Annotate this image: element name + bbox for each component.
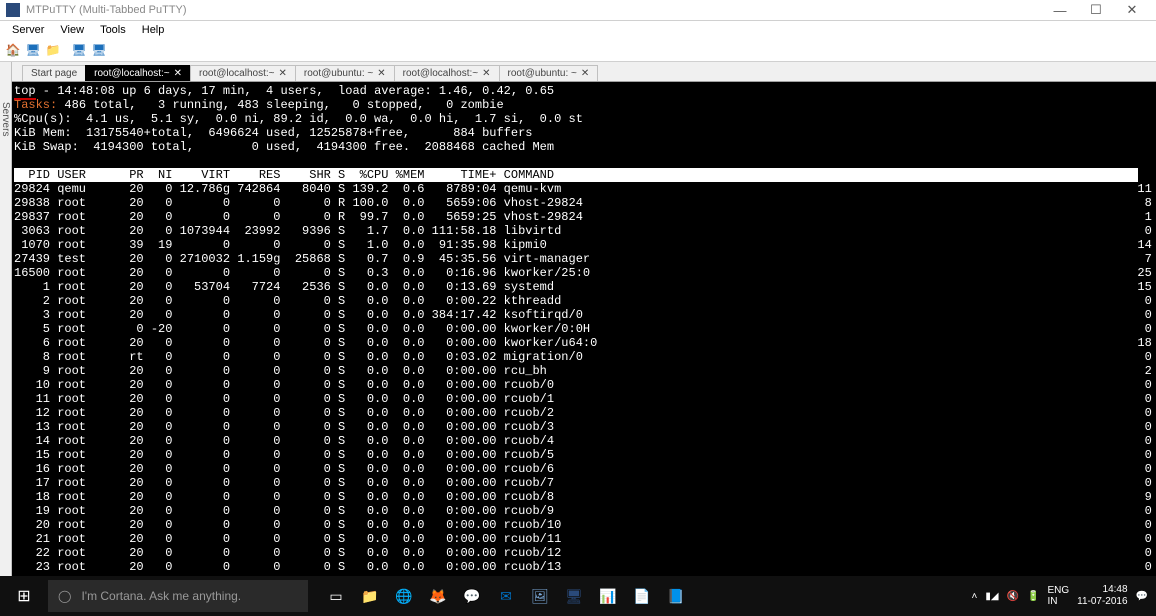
session-tab-5[interactable]: root@ubuntu: ~ ✕ [499,65,599,81]
home-icon[interactable]: 🏠 [4,41,22,59]
excel-icon[interactable]: 📊 [594,582,622,610]
system-tray[interactable]: ˄ ▮◢ 🔇 🔋 ENG IN 14:48 11-07-2016 💬 [964,584,1156,608]
cortana-search[interactable]: ◯ I'm Cortana. Ask me anything. [48,580,308,612]
monitor3-icon[interactable]: 🖥 [90,41,108,59]
minimize-button[interactable]: — [1042,0,1078,20]
session-tab-2[interactable]: root@localhost:~ ✕ [190,65,296,81]
tray-chevron-icon[interactable]: ˄ [972,591,978,602]
gallery-icon[interactable]: 🖼 [526,582,554,610]
clock[interactable]: 14:48 11-07-2016 [1077,584,1127,608]
tab-label: root@localhost:~ [94,68,169,79]
language-indicator[interactable]: ENG IN [1047,585,1069,607]
menu-tools[interactable]: Tools [92,22,134,38]
menu-server[interactable]: Server [4,22,52,38]
session-tab-3[interactable]: root@ubuntu: ~ ✕ [295,65,395,81]
titlebar: MTPuTTY (Multi-Tabbed PuTTY) — ☐ ✕ [0,0,1156,21]
firefox-icon[interactable]: 🦊 [424,582,452,610]
close-tab-icon[interactable]: ✕ [581,68,589,79]
toolbar: 🏠 🖥 📁 🖥 🖥 [0,40,1156,62]
maximize-button[interactable]: ☐ [1078,0,1114,20]
notifications-icon[interactable]: 💬 [1136,591,1148,602]
terminal[interactable]: top - 14:48:08 up 6 days, 17 min, 4 user… [12,82,1156,576]
monitor-icon[interactable]: 🖥 [24,41,42,59]
cortana-icon: ◯ [58,589,71,603]
chrome-icon[interactable]: 🌐 [390,582,418,610]
tab-label: root@localhost:~ [199,68,274,79]
battery-icon[interactable]: 🔋 [1027,591,1039,602]
terminal-output: top - 14:48:08 up 6 days, 17 min, 4 user… [14,84,1152,574]
mtputty-icon[interactable]: 🖥 [560,582,588,610]
folder-icon[interactable]: 📁 [44,41,62,59]
file-explorer-icon[interactable]: 📁 [356,582,384,610]
close-window-button[interactable]: ✕ [1114,0,1150,20]
word-icon[interactable]: 📄 [628,582,656,610]
monitor2-icon[interactable]: 🖥 [70,41,88,59]
session-tabs: Start pageroot@localhost:~✕root@localhos… [12,62,1156,82]
sidebar-label: Servers [0,102,11,136]
menu-help[interactable]: Help [134,22,173,38]
task-view-icon[interactable]: ▭ [322,582,350,610]
window-title: MTPuTTY (Multi-Tabbed PuTTY) [26,4,187,16]
outlook-icon[interactable]: ✉ [492,582,520,610]
tab-label: root@ubuntu: ~ [304,68,373,79]
close-tab-icon[interactable]: ✕ [482,68,490,79]
menu-view[interactable]: View [52,22,92,38]
close-tab-icon[interactable]: ✕ [278,68,286,79]
skype-icon[interactable]: 💬 [458,582,486,610]
tab-label: root@ubuntu: ~ [508,68,577,79]
session-tab-0[interactable]: Start page [22,65,86,81]
close-tab-icon[interactable]: ✕ [377,68,385,79]
start-button[interactable]: ⊞ [0,576,48,616]
close-tab-icon[interactable]: ✕ [174,68,182,79]
sidebar-handle[interactable]: Servers [0,62,12,576]
session-tab-1[interactable]: root@localhost:~ ✕ [85,65,191,81]
taskbar: ⊞ ◯ I'm Cortana. Ask me anything. ▭ 📁 🌐 … [0,576,1156,616]
network-icon[interactable]: ▮◢ [985,591,998,602]
app-icon [6,3,20,17]
search-placeholder: I'm Cortana. Ask me anything. [81,589,241,603]
menubar: Server View Tools Help [0,21,1156,40]
volume-icon[interactable]: 🔇 [1007,591,1019,602]
epub-icon[interactable]: 📘 [662,582,690,610]
tab-label: root@localhost:~ [403,68,478,79]
tab-label: Start page [31,68,77,79]
session-tab-4[interactable]: root@localhost:~ ✕ [394,65,500,81]
